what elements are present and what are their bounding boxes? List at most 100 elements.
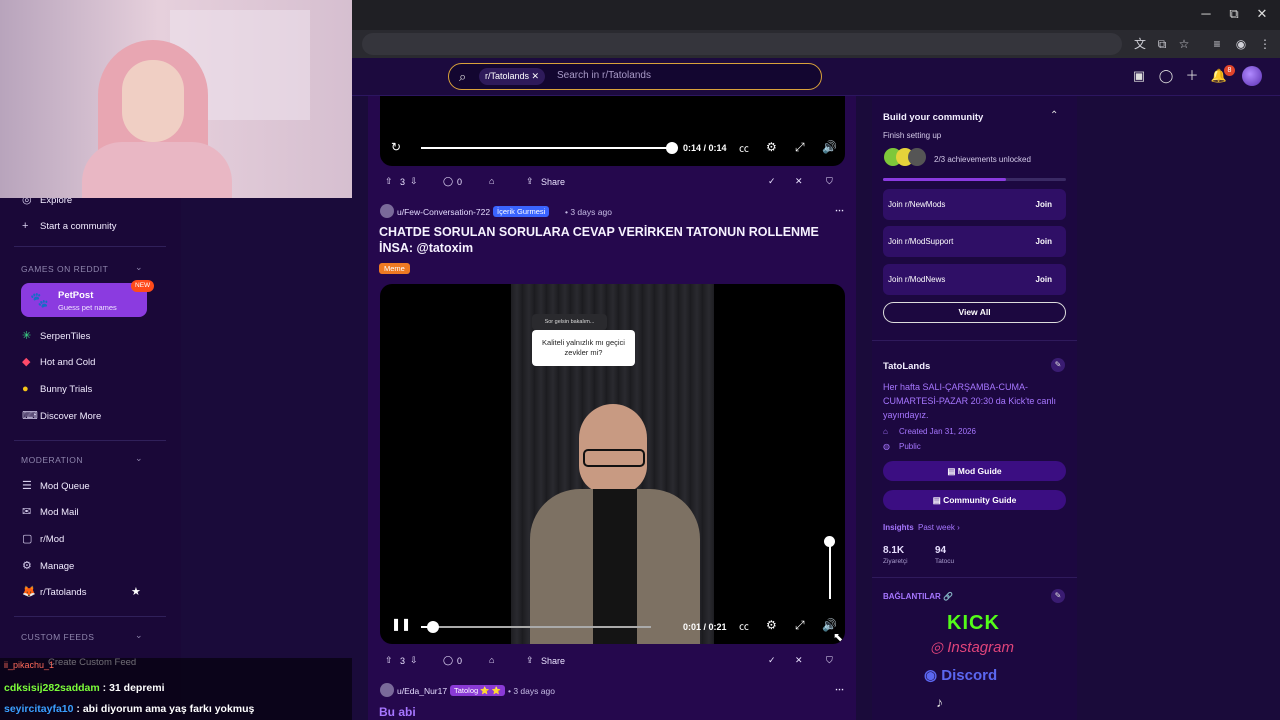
insights-period[interactable]: Past week › — [918, 523, 960, 532]
share-button[interactable]: Share — [541, 656, 565, 666]
share-icon[interactable]: ⇪ — [526, 176, 534, 187]
join-button[interactable]: Join — [1036, 275, 1052, 284]
captions-icon[interactable]: ㏄ — [739, 618, 749, 633]
approve-icon[interactable]: ✓ — [768, 655, 776, 666]
community-guide-button[interactable]: ▤ Community Guide — [883, 490, 1066, 510]
sidebar-item-bunny-trials[interactable]: ● Bunny Trials — [22, 379, 92, 399]
chevron-down-icon[interactable]: ⌄ — [135, 630, 143, 641]
petpost-game[interactable]: 🐾 PetPost Guess pet names — [21, 283, 147, 317]
translate-icon[interactable]: 文 — [1132, 36, 1148, 52]
replay-icon[interactable]: ↻ — [391, 140, 401, 154]
join-newmods-row[interactable]: Join r/NewMods Join — [883, 189, 1066, 220]
divider — [872, 340, 1077, 341]
remove-icon[interactable]: ✕ — [795, 176, 803, 187]
tab-search-icon[interactable]: ≡ — [1209, 36, 1225, 52]
ads-icon[interactable]: ▣ — [1130, 67, 1148, 85]
kick-link[interactable]: KICK — [947, 612, 1000, 635]
sidebar-item-tatolands[interactable]: 🦊 r/Tatolands — [22, 582, 86, 602]
shield-icon[interactable]: ⛉ — [826, 176, 833, 187]
sidebar-item-hot-and-cold[interactable]: ◆ Hot and Cold — [22, 352, 95, 372]
post2-username[interactable]: u/Few-Conversation-722 — [397, 207, 490, 217]
post3-title[interactable]: Bu abi — [379, 705, 416, 719]
links-title: BAĞLANTILAR 🔗 — [883, 592, 953, 601]
subreddit-chip[interactable]: r/Tatolands ✕ — [479, 68, 546, 85]
chevron-down-icon[interactable]: ⌄ — [135, 453, 143, 464]
post2-flair[interactable]: Meme — [379, 263, 410, 274]
user-avatar-post3[interactable] — [380, 683, 394, 697]
chat-icon[interactable]: ◯ — [1157, 67, 1175, 85]
post-options-icon[interactable]: ⋯ — [835, 205, 844, 216]
menu-icon[interactable]: ⋮ — [1257, 36, 1273, 52]
tiktok-icon[interactable]: ♪ — [936, 694, 943, 710]
search-input[interactable]: ⌕ r/Tatolands ✕ Search in r/Tatolands — [448, 63, 822, 90]
fullscreen-icon[interactable]: ⤢ — [795, 618, 805, 633]
sidebar-item-r-mod[interactable]: ▢ r/Mod — [22, 529, 64, 549]
upvote-icon[interactable]: ⇧ — [385, 176, 393, 187]
comment-icon[interactable]: ◯ — [443, 655, 453, 666]
approve-icon[interactable]: ✓ — [768, 176, 776, 187]
user-avatar[interactable] — [1242, 66, 1262, 86]
edit-icon[interactable]: ✎ — [1051, 589, 1065, 603]
share-icon[interactable]: ⇪ — [526, 655, 534, 666]
post3-username[interactable]: u/Eda_Nur17 — [397, 686, 447, 696]
award-icon[interactable]: ⌂ — [489, 655, 494, 665]
volume-icon[interactable]: 🔊 — [822, 140, 837, 154]
join-button[interactable]: Join — [1036, 200, 1052, 209]
sidebar-item-discover-more[interactable]: ⌨ Discover More — [22, 406, 101, 426]
video-player-1[interactable]: ↻ 0:14 / 0:14 ㏄ ⚙ ⤢ 🔊 — [380, 96, 845, 166]
mod-guide-button[interactable]: ▤ Mod Guide — [883, 461, 1066, 481]
profile-icon[interactable]: ◉ — [1233, 36, 1249, 52]
settings-icon[interactable]: ⚙ — [766, 140, 777, 154]
view-all-button[interactable]: View All — [883, 302, 1066, 323]
sidebar-item-label: SerpenTiles — [40, 331, 91, 342]
video-seekbar-1[interactable] — [421, 147, 671, 149]
create-post-icon[interactable]: ＋ — [1183, 67, 1201, 85]
video-time-1: 0:14 / 0:14 — [683, 143, 727, 153]
post-options-icon[interactable]: ⋯ — [835, 684, 844, 695]
post2-title[interactable]: CHATDE SORULAN SORULARA CEVAP VERİRKEN T… — [379, 224, 819, 256]
collapse-icon[interactable]: ⌃ — [1050, 110, 1058, 121]
join-modnews-row[interactable]: Join r/ModNews Join — [883, 264, 1066, 295]
sidebar-item-mod-queue[interactable]: ☰ Mod Queue — [22, 476, 90, 496]
user-avatar-post2[interactable] — [380, 204, 394, 218]
insights-label[interactable]: Insights — [883, 523, 914, 532]
upvote-icon[interactable]: ⇧ — [385, 655, 393, 666]
video-player-2[interactable]: Sor gelsin bakalım... Kaliteli yalnızlık… — [380, 284, 845, 644]
sidebar-item-start-community[interactable]: + Start a community — [22, 216, 117, 236]
star-icon[interactable]: ☆ — [1176, 36, 1192, 52]
maximize-icon[interactable]: ⧉ — [1225, 6, 1243, 22]
join-modsupport-row[interactable]: Join r/ModSupport Join — [883, 226, 1066, 257]
pause-icon[interactable]: ❚❚ — [391, 617, 411, 631]
minimize-icon[interactable]: ─ — [1197, 6, 1215, 22]
close-window-icon[interactable]: ✕ — [1253, 6, 1271, 22]
sidebar-item-serpentiles[interactable]: ✳ SerpenTiles — [22, 326, 90, 346]
question-card: Kaliteli yalnızlık mı geçici zevkler mi? — [532, 330, 635, 366]
volume-slider[interactable] — [829, 539, 831, 599]
captions-icon[interactable]: ㏄ — [739, 140, 749, 155]
join-button[interactable]: Join — [1036, 237, 1052, 246]
downvote-icon[interactable]: ⇩ — [410, 655, 418, 666]
settings-icon[interactable]: ⚙ — [766, 618, 777, 632]
divider — [872, 577, 1077, 578]
share-button[interactable]: Share — [541, 177, 565, 187]
sidebar-item-manage[interactable]: ⚙ Manage — [22, 556, 74, 576]
instagram-link[interactable]: ◎ Instagram — [930, 638, 1014, 656]
discord-link[interactable]: ◉ Discord — [924, 666, 997, 684]
sidebar-item-mod-mail[interactable]: ✉ Mod Mail — [22, 502, 79, 522]
video-seekbar-2[interactable] — [421, 626, 651, 628]
seek-knob-1[interactable] — [666, 142, 678, 154]
plus-icon: + — [22, 220, 29, 232]
volume-knob[interactable] — [824, 536, 835, 547]
award-icon[interactable]: ⌂ — [489, 176, 494, 186]
chevron-down-icon[interactable]: ⌄ — [135, 262, 143, 273]
shield-icon[interactable]: ⛉ — [826, 655, 833, 666]
url-field[interactable] — [362, 33, 1122, 55]
downvote-icon[interactable]: ⇩ — [410, 176, 418, 187]
edit-icon[interactable]: ✎ — [1051, 358, 1065, 372]
favorite-star-icon[interactable]: ★ — [131, 585, 141, 598]
remove-icon[interactable]: ✕ — [795, 655, 803, 666]
fullscreen-icon[interactable]: ⤢ — [795, 140, 805, 155]
install-icon[interactable]: ⧉ — [1154, 36, 1170, 52]
seek-knob-2[interactable] — [426, 621, 439, 633]
comment-icon[interactable]: ◯ — [443, 176, 453, 187]
